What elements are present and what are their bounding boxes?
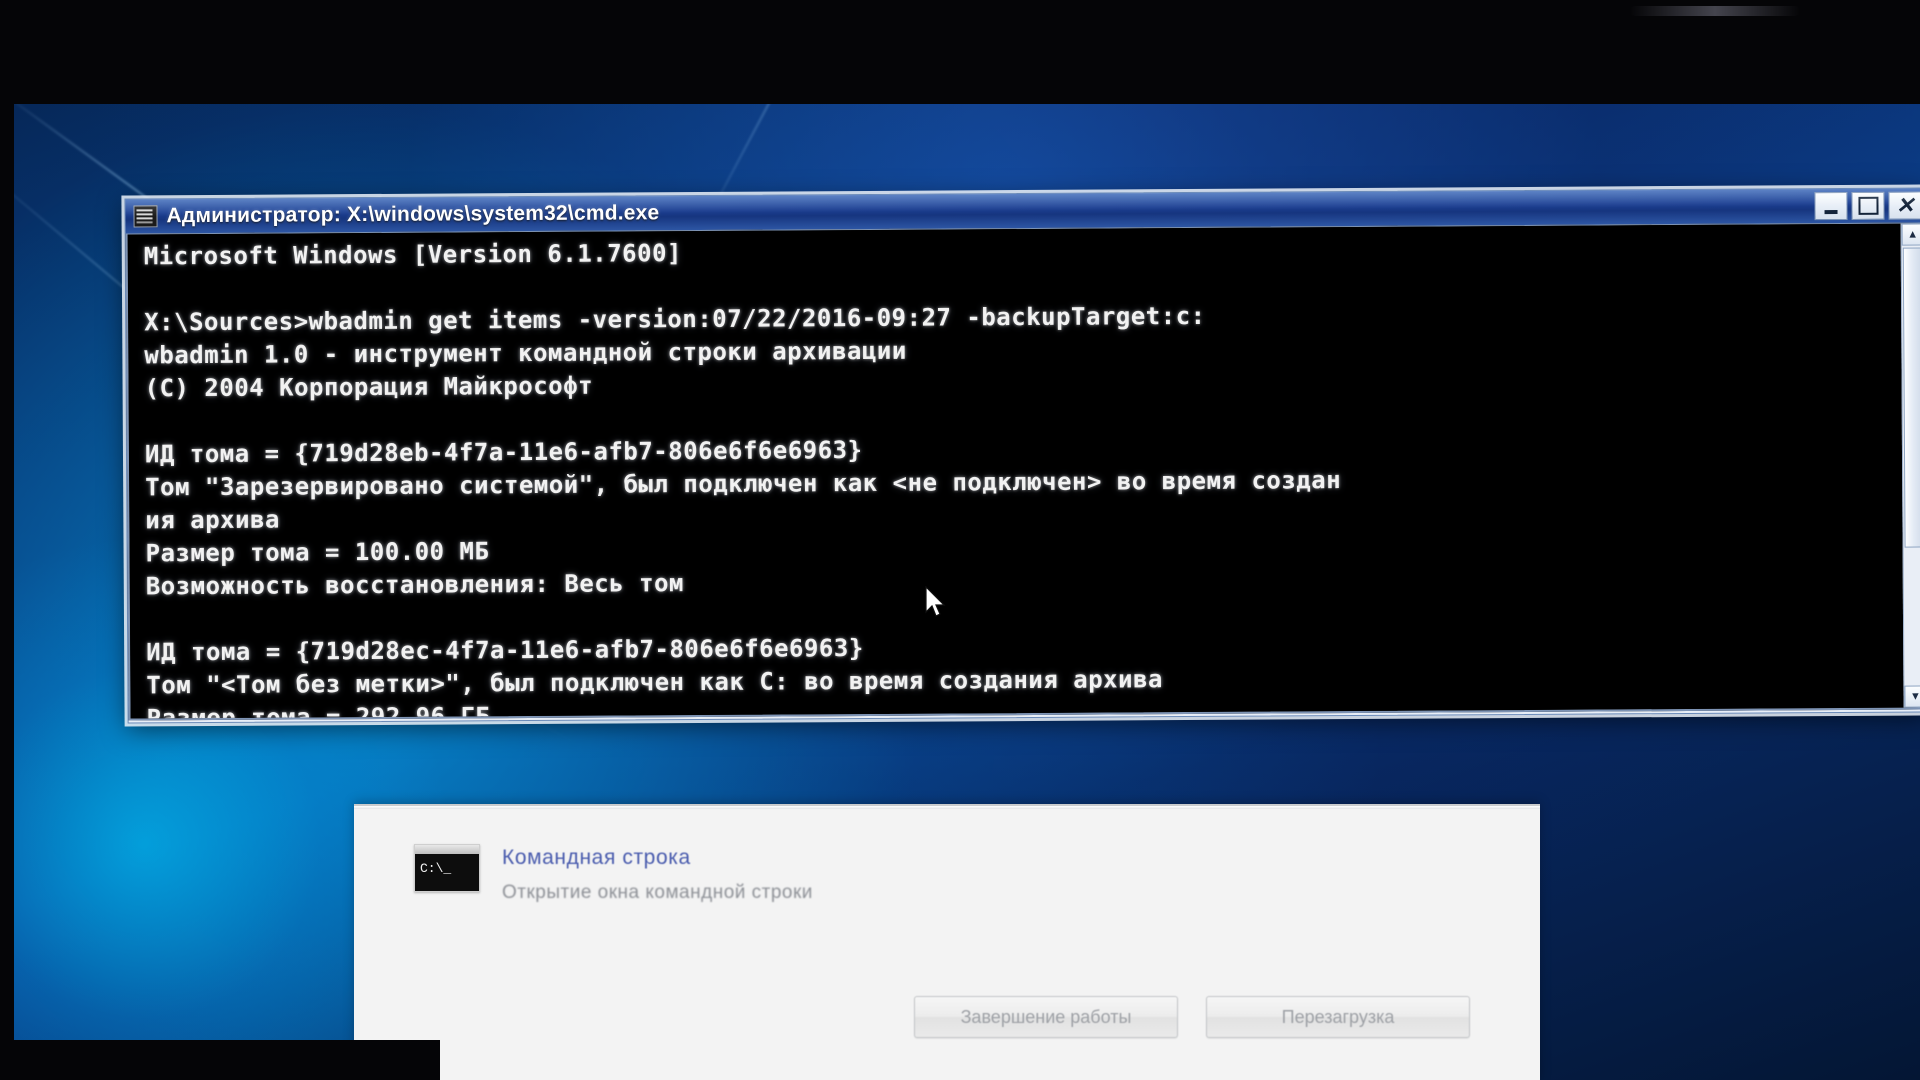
- console-scrollbar[interactable]: ▲ ▼: [1900, 223, 1920, 708]
- scroll-up-button[interactable]: ▲: [1901, 223, 1920, 246]
- shutdown-button[interactable]: Завершение работы: [914, 996, 1178, 1038]
- monitor-bezel-bottom-left: [0, 1040, 440, 1080]
- console-shell: Microsoft Windows [Version 6.1.7600] X:\…: [125, 222, 1920, 721]
- minimize-icon: [1824, 209, 1838, 214]
- close-button[interactable]: ✕: [1888, 191, 1920, 220]
- recovery-options-panel: C:\_ Командная строка Открытие окна кома…: [354, 804, 1540, 1080]
- minimize-button[interactable]: [1814, 191, 1848, 221]
- scroll-down-button[interactable]: ▼: [1904, 685, 1920, 708]
- mouse-cursor: [925, 586, 946, 617]
- bezel-reflection: [1630, 6, 1800, 16]
- window-controls: ✕: [1814, 191, 1920, 221]
- command-prompt-icon-label: C:\_: [420, 861, 452, 876]
- cmd-window-title: Администратор: X:\windows\system32\cmd.e…: [166, 201, 660, 228]
- command-prompt-link[interactable]: Командная строка: [502, 846, 813, 870]
- command-prompt-entry[interactable]: C:\_ Командная строка Открытие окна кома…: [414, 844, 813, 904]
- screen: C:\_ Командная строка Открытие окна кома…: [0, 0, 1920, 1080]
- command-prompt-description: Открытие окна командной строки: [502, 882, 813, 903]
- recovery-panel-buttons: Завершение работы Перезагрузка: [914, 996, 1470, 1038]
- restart-button[interactable]: Перезагрузка: [1206, 996, 1470, 1038]
- close-icon: ✕: [1895, 192, 1915, 218]
- console-text: Microsoft Windows [Version 6.1.7600] X:\…: [144, 230, 1905, 718]
- console-icon: [133, 205, 158, 228]
- command-prompt-icon: C:\_: [414, 844, 480, 892]
- maximize-icon: [1857, 196, 1879, 215]
- console-output-area[interactable]: Microsoft Windows [Version 6.1.7600] X:\…: [127, 223, 1905, 719]
- cmd-window[interactable]: Администратор: X:\windows\system32\cmd.e…: [124, 187, 1920, 724]
- monitor-bezel-top: [0, 0, 1920, 104]
- maximize-button[interactable]: [1851, 191, 1885, 220]
- monitor-bezel-left: [0, 0, 14, 1080]
- scrollbar-thumb[interactable]: [1902, 247, 1920, 548]
